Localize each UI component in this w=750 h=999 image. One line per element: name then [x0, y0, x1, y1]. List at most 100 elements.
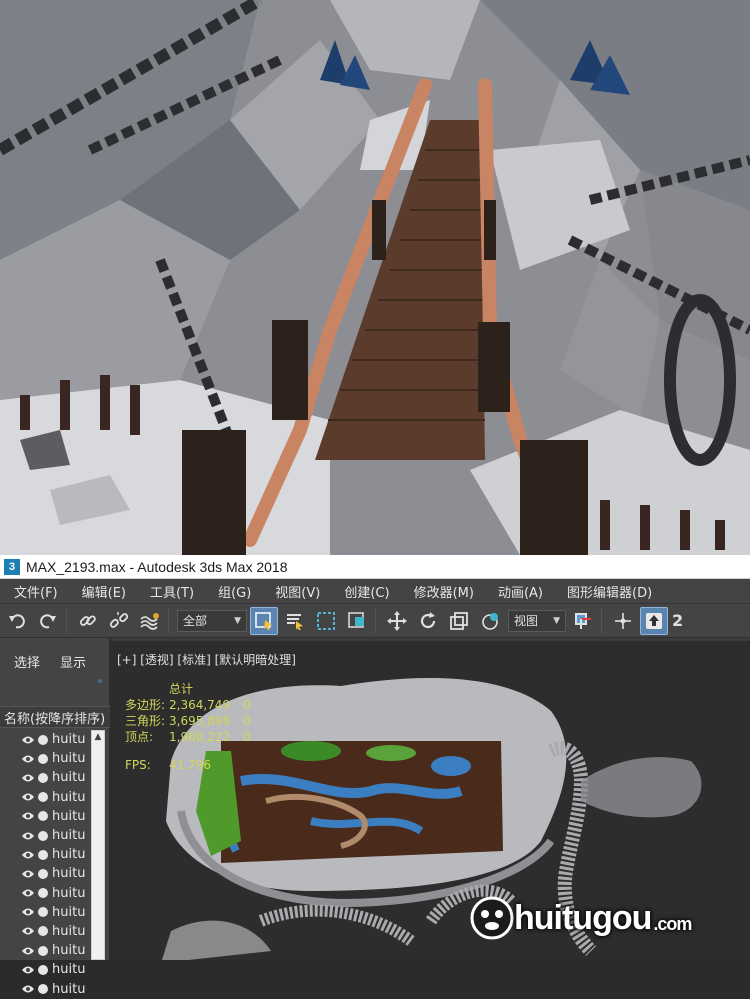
freeze-toggle-icon[interactable]: [38, 907, 48, 918]
list-item[interactable]: huitu: [0, 749, 104, 768]
main-toolbar: 全部 ▼ 视图 ▼ 2: [0, 604, 750, 638]
menu-edit[interactable]: 编辑(E): [68, 582, 136, 601]
object-name: huitu: [52, 885, 86, 901]
snap-type-number[interactable]: 2: [672, 611, 683, 630]
window-crossing-icon[interactable]: [343, 607, 371, 635]
scene-render-image: [0, 0, 750, 555]
list-item[interactable]: huitu: [0, 845, 104, 864]
list-item[interactable]: huitu: [0, 941, 104, 960]
freeze-toggle-icon[interactable]: [38, 753, 48, 764]
freeze-toggle-icon[interactable]: [38, 984, 48, 995]
list-item[interactable]: huitu: [0, 960, 104, 979]
list-item[interactable]: huitu: [0, 922, 104, 941]
object-name: huitu: [52, 962, 86, 978]
stats-tris-value: 3,695,898: [169, 714, 231, 728]
stats-polys-selected: 0: [243, 698, 251, 712]
name-column-header[interactable]: 名称(按降序排序): [0, 706, 110, 728]
tab-display[interactable]: 显示: [60, 652, 86, 671]
watermark-text: huitugou: [514, 898, 652, 937]
object-list: huitu huitu huitu huitu huitu huitu huitu huitu…: [0, 730, 104, 999]
list-item[interactable]: huitu: [0, 807, 104, 826]
viewport-label-menu[interactable]: [+] [透视] [标准] [默认明暗处理]: [117, 651, 296, 668]
undo-icon[interactable]: [3, 607, 31, 635]
eye-icon[interactable]: [22, 810, 34, 822]
freeze-toggle-icon[interactable]: [38, 945, 48, 956]
select-object-icon[interactable]: [250, 606, 278, 635]
object-name: huitu: [52, 732, 86, 748]
freeze-toggle-icon[interactable]: [38, 792, 48, 803]
stats-polys-value: 2,364,749: [169, 698, 231, 712]
eye-icon[interactable]: [22, 983, 34, 995]
list-item[interactable]: huitu: [0, 903, 104, 922]
eye-icon[interactable]: [22, 734, 34, 746]
explorer-tabs: 选择 显示 »: [0, 638, 109, 688]
bind-spacewarp-icon[interactable]: [136, 607, 164, 635]
expand-panel-icon[interactable]: »: [97, 676, 103, 687]
list-item[interactable]: huitu: [0, 826, 104, 845]
eye-icon[interactable]: [22, 945, 34, 957]
explorer-scrollbar[interactable]: [91, 730, 105, 960]
eye-icon[interactable]: [22, 906, 34, 918]
scroll-up-icon[interactable]: ▲: [92, 731, 104, 743]
rect-selection-region-icon[interactable]: [312, 607, 340, 635]
freeze-toggle-icon[interactable]: [38, 734, 48, 745]
freeze-toggle-icon[interactable]: [38, 811, 48, 822]
tab-select[interactable]: 选择: [14, 652, 40, 671]
stats-tris-selected: 0: [243, 714, 251, 728]
eye-icon[interactable]: [22, 849, 34, 861]
freeze-toggle-icon[interactable]: [38, 868, 48, 879]
move-icon[interactable]: [383, 607, 411, 635]
freeze-toggle-icon[interactable]: [38, 772, 48, 783]
menu-group[interactable]: 组(G): [204, 582, 261, 601]
link-icon[interactable]: [74, 607, 102, 635]
huitugou-watermark: huitugou .com: [470, 896, 692, 940]
placement-icon[interactable]: [476, 607, 504, 635]
toolbar-separator: [601, 608, 602, 633]
eye-icon[interactable]: [22, 925, 34, 937]
eye-icon[interactable]: [22, 868, 34, 880]
rotate-icon[interactable]: [414, 607, 442, 635]
snap-toggle-icon[interactable]: [640, 606, 668, 635]
selection-filter-dropdown[interactable]: 全部 ▼: [177, 609, 247, 632]
menu-views[interactable]: 视图(V): [261, 582, 330, 601]
eye-icon[interactable]: [22, 887, 34, 899]
menu-tools[interactable]: 工具(T): [136, 582, 204, 601]
menu-create[interactable]: 创建(C): [330, 582, 399, 601]
menu-file[interactable]: 文件(F): [0, 582, 68, 601]
eye-icon[interactable]: [22, 791, 34, 803]
list-item[interactable]: huitu: [0, 884, 104, 903]
eye-icon[interactable]: [22, 830, 34, 842]
stats-polys-label: 多边形:: [125, 698, 166, 712]
list-item[interactable]: huitu: [0, 788, 104, 807]
pivot-icon[interactable]: [569, 607, 597, 635]
menu-animation[interactable]: 动画(A): [484, 582, 553, 601]
freeze-toggle-icon[interactable]: [38, 849, 48, 860]
object-name: huitu: [52, 808, 86, 824]
chevron-down-icon: ▼: [553, 615, 560, 626]
redo-icon[interactable]: [34, 607, 62, 635]
list-item[interactable]: huitu: [0, 979, 104, 998]
freeze-toggle-icon[interactable]: [38, 926, 48, 937]
freeze-toggle-icon[interactable]: [38, 830, 48, 841]
selection-filter-value: 全部: [183, 614, 208, 628]
list-item[interactable]: huitu: [0, 864, 104, 883]
list-item[interactable]: huitu: [0, 768, 104, 787]
scene-explorer-panel: 选择 显示 » 名称(按降序排序) huitu huitu huitu huitu hu…: [0, 638, 110, 997]
menu-graph-editors[interactable]: 图形编辑器(D): [553, 582, 662, 601]
object-name: huitu: [52, 751, 86, 767]
stats-verts-selected: 0: [243, 730, 251, 744]
object-name: huitu: [52, 923, 86, 939]
unlink-icon[interactable]: [105, 607, 133, 635]
freeze-toggle-icon[interactable]: [38, 888, 48, 899]
toolbar-separator: [375, 608, 376, 633]
select-by-name-icon[interactable]: [281, 607, 309, 635]
scale-icon[interactable]: [445, 607, 473, 635]
eye-icon[interactable]: [22, 772, 34, 784]
transform-gizmo-icon[interactable]: [609, 607, 637, 635]
freeze-toggle-icon[interactable]: [38, 964, 48, 975]
menu-modifiers[interactable]: 修改器(M): [400, 582, 484, 601]
eye-icon[interactable]: [22, 753, 34, 765]
list-item[interactable]: huitu: [0, 730, 104, 749]
reference-coord-dropdown[interactable]: 视图 ▼: [508, 609, 566, 632]
eye-icon[interactable]: [22, 964, 34, 976]
